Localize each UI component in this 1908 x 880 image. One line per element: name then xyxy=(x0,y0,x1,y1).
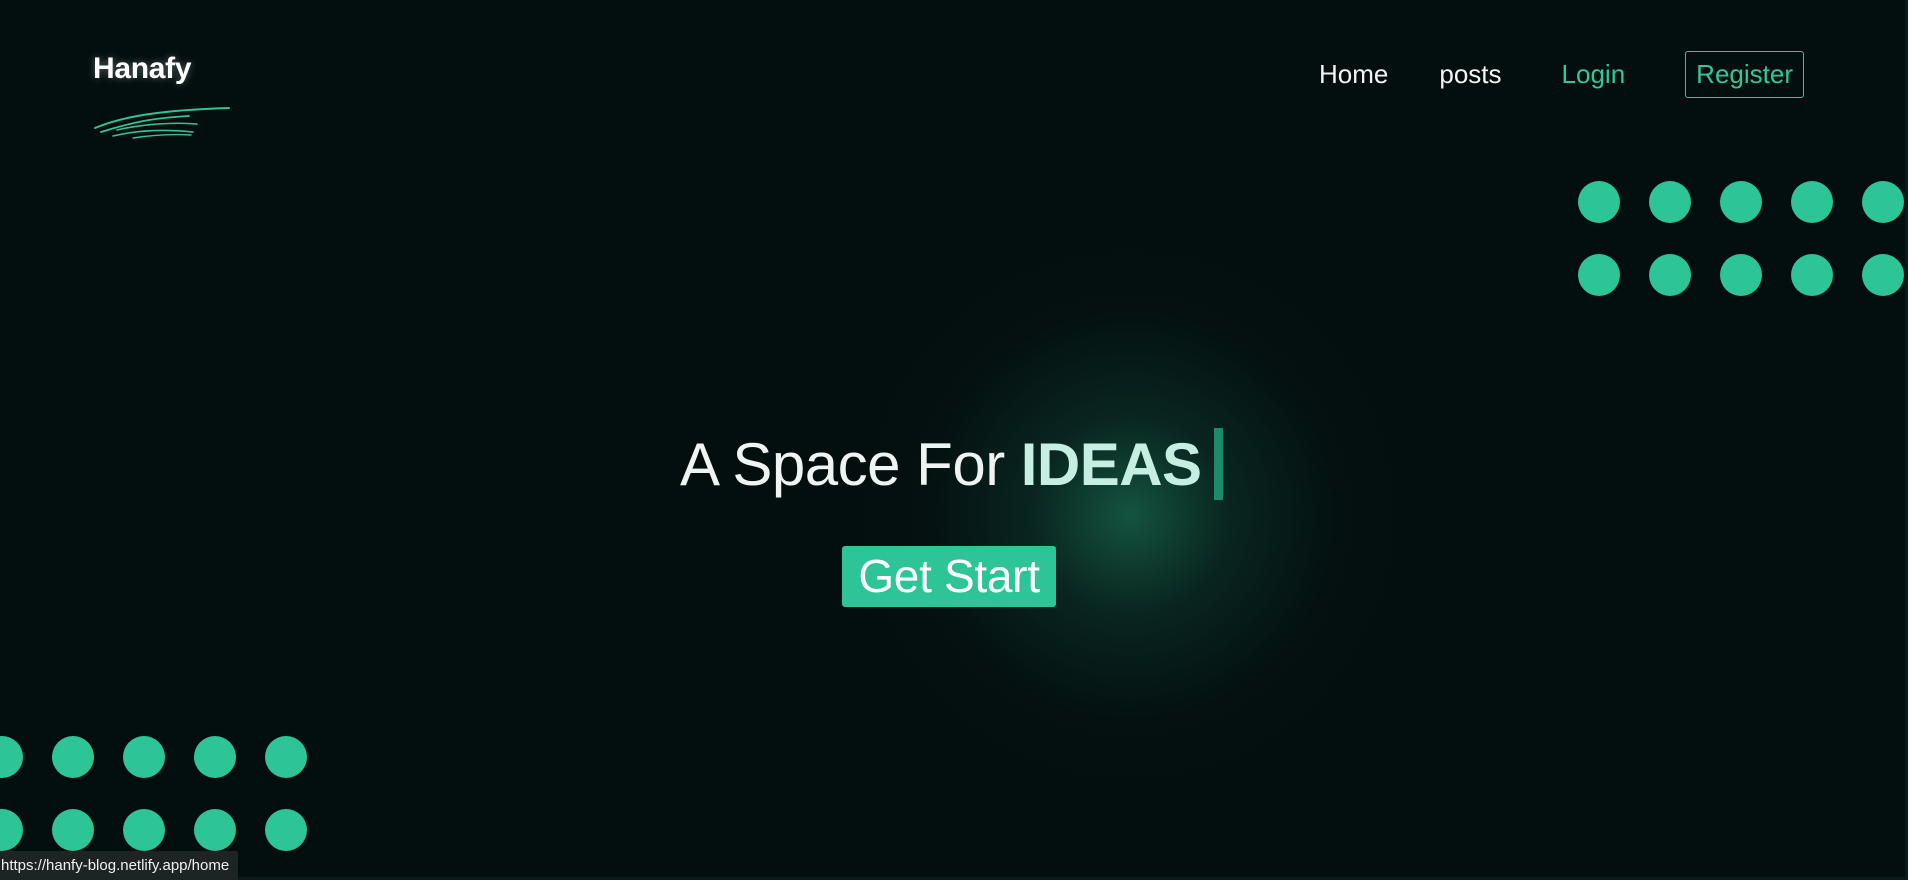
dot xyxy=(1720,181,1762,223)
dot xyxy=(265,809,307,851)
top-nav: Home posts Login Register xyxy=(1319,50,1804,98)
dot xyxy=(123,809,165,851)
dot xyxy=(1649,181,1691,223)
logo-scribble-icon xyxy=(94,107,230,139)
get-start-button[interactable]: Get Start xyxy=(842,546,1056,607)
dot xyxy=(1862,254,1904,296)
hero-prefix-text: A Space For xyxy=(680,430,1005,498)
dot xyxy=(194,809,236,851)
nav-posts-link[interactable]: posts xyxy=(1439,59,1501,90)
dot xyxy=(1578,254,1620,296)
dot xyxy=(265,736,307,778)
nav-login-link[interactable]: Login xyxy=(1562,59,1626,90)
dot xyxy=(1578,181,1620,223)
site-logo[interactable]: Hanafy xyxy=(93,52,243,142)
landing-page: Hanafy Home posts Login Register A Space… xyxy=(0,0,1908,880)
hero-glow xyxy=(810,195,1450,835)
dot xyxy=(52,736,94,778)
dot xyxy=(1720,254,1762,296)
dot xyxy=(0,736,23,778)
dot xyxy=(1649,254,1691,296)
decorative-dots-top-right xyxy=(1578,181,1904,296)
nav-register-button[interactable]: Register xyxy=(1685,50,1804,98)
dot xyxy=(1791,181,1833,223)
link-status-bar: https://hanfy-blog.netlify.app/home xyxy=(0,851,239,880)
dot xyxy=(194,736,236,778)
dot xyxy=(52,809,94,851)
dot xyxy=(123,736,165,778)
typing-caret xyxy=(1213,428,1223,500)
nav-home-link[interactable]: Home xyxy=(1319,59,1388,90)
hero-highlight-word: IDEAS xyxy=(1020,430,1202,498)
decorative-dots-bottom-left xyxy=(0,736,307,851)
hero-heading: A Space For IDEAS xyxy=(680,428,1223,500)
dot xyxy=(1791,254,1833,296)
dot xyxy=(1862,181,1904,223)
dot xyxy=(0,809,23,851)
logo-text: Hanafy xyxy=(93,52,192,85)
